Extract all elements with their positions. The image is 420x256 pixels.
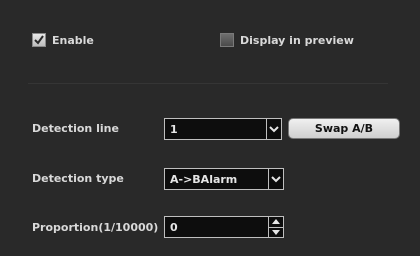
enable-label: Enable (52, 33, 94, 47)
display-in-preview-checkbox[interactable] (220, 33, 234, 47)
spin-buttons (268, 217, 283, 237)
alarm-config-panel: Enable Display in preview Detection line… (0, 0, 420, 256)
checkmark-icon (34, 35, 44, 45)
proportion-spinbox[interactable]: 0 (164, 216, 284, 238)
spin-down-icon[interactable] (269, 226, 283, 237)
proportion-label: Proportion(1/10000) (32, 221, 159, 234)
display-in-preview-row[interactable]: Display in preview (220, 33, 354, 47)
detection-line-label: Detection line (32, 122, 119, 135)
detection-line-value: 1 (170, 122, 178, 136)
detection-line-select[interactable]: 1 (164, 118, 282, 140)
detection-type-select[interactable]: A->BAlarm (164, 168, 284, 190)
spin-up-icon[interactable] (269, 217, 283, 227)
enable-checkbox[interactable] (32, 33, 46, 47)
divider (28, 83, 388, 84)
detection-type-value: A->BAlarm (170, 172, 238, 186)
chevron-down-icon[interactable] (266, 119, 281, 139)
detection-type-label: Detection type (32, 172, 124, 185)
display-in-preview-label: Display in preview (240, 33, 354, 47)
enable-checkbox-row[interactable]: Enable (32, 33, 94, 47)
chevron-down-icon[interactable] (268, 169, 283, 189)
proportion-value[interactable]: 0 (165, 221, 268, 234)
swap-ab-button[interactable]: Swap A/B (288, 118, 400, 139)
